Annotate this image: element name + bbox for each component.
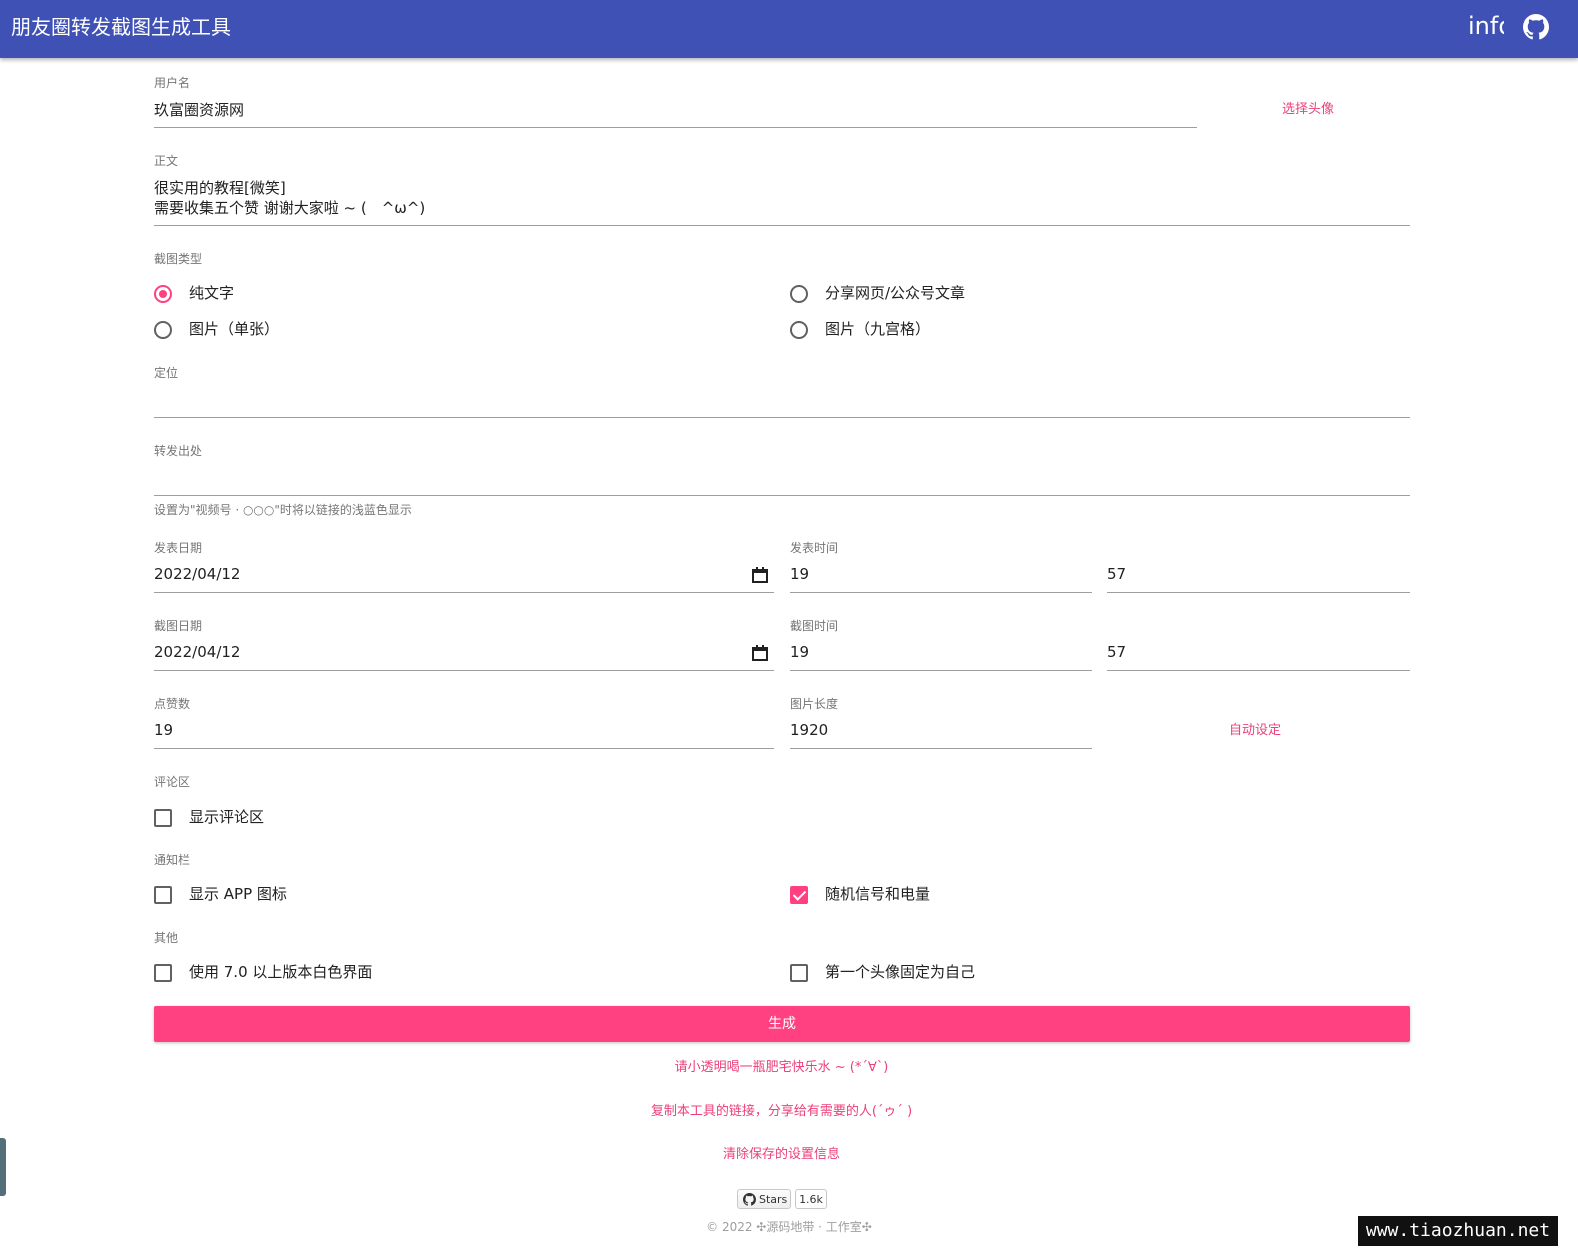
github-stars-label: Stars (759, 1193, 788, 1206)
shot-date-label: 截图日期 (154, 619, 203, 633)
random-signal-checkbox[interactable] (790, 886, 808, 904)
generate-button[interactable]: 生成 (154, 1006, 1410, 1042)
show-comments-checkbox[interactable] (154, 809, 172, 827)
content-line-1: 很实用的教程[微笑] (154, 179, 286, 197)
username-label: 用户名 (154, 76, 191, 90)
type-radio-nine-grid[interactable] (790, 321, 808, 339)
post-hour-input[interactable]: 19 (790, 564, 809, 584)
username-underline (154, 127, 1197, 128)
content-label: 正文 (154, 154, 179, 168)
app-bar: 朋友圈转发截图生成工具 info (0, 0, 1578, 58)
type-radio-single-image[interactable] (154, 321, 172, 339)
shot-hour-underline (790, 670, 1092, 671)
forward-input[interactable] (154, 468, 1410, 488)
statusbar-label: 通知栏 (154, 853, 191, 867)
shot-hour-input[interactable]: 19 (790, 642, 809, 662)
shot-minute-underline (1107, 670, 1410, 671)
watermark: www.tiaozhuan.net (1358, 1216, 1558, 1246)
show-app-icon-checkbox[interactable] (154, 886, 172, 904)
footer-copyright: © 2022 ✣源码地带 · 工作室✣ (706, 1220, 872, 1234)
type-radio-text[interactable] (154, 285, 172, 303)
type-option-single-label: 图片（单张） (189, 320, 280, 338)
shot-minute-input[interactable]: 57 (1107, 642, 1126, 662)
github-stars-count[interactable]: 1.6k (795, 1189, 827, 1209)
side-tab[interactable] (0, 1138, 6, 1196)
post-date-label: 发表日期 (154, 541, 203, 555)
show-comments-label: 显示评论区 (189, 808, 265, 826)
type-label: 截图类型 (154, 252, 203, 266)
github-icon[interactable] (1523, 14, 1549, 40)
calendar-icon[interactable] (752, 567, 768, 583)
image-length-underline (790, 748, 1092, 749)
app-title: 朋友圈转发截图生成工具 (11, 15, 231, 39)
self-avatar-label: 第一个头像固定为自己 (825, 963, 976, 981)
location-input[interactable] (154, 390, 1410, 410)
github-stars-button[interactable]: Stars (737, 1189, 791, 1209)
likes-label: 点赞数 (154, 697, 191, 711)
post-date-underline (154, 592, 774, 593)
likes-input[interactable]: 19 (154, 720, 173, 740)
show-app-icon-label: 显示 APP 图标 (189, 885, 287, 903)
choose-avatar-button[interactable]: 选择头像 (1282, 102, 1334, 118)
type-option-grid-label: 图片（九宫格） (825, 320, 931, 338)
info-button[interactable]: info (1468, 10, 1504, 42)
location-underline (154, 417, 1410, 418)
clear-settings-link[interactable]: 清除保存的设置信息 (0, 1147, 1563, 1163)
post-hour-underline (790, 592, 1092, 593)
type-option-text-label: 纯文字 (189, 284, 235, 302)
github-icon (743, 1193, 756, 1206)
post-date-input[interactable]: 2022/04/12 (154, 564, 240, 584)
content-line-2: 需要收集五个赞 谢谢大家啦 ~ ( ^ω^) (154, 199, 426, 217)
location-label: 定位 (154, 366, 179, 380)
shot-date-input[interactable]: 2022/04/12 (154, 642, 240, 662)
white-ui-label: 使用 7.0 以上版本白色界面 (189, 963, 373, 981)
content-underline (154, 225, 1410, 226)
random-signal-label: 随机信号和电量 (825, 885, 931, 903)
post-minute-input[interactable]: 57 (1107, 564, 1126, 584)
image-length-label: 图片长度 (790, 697, 839, 711)
self-avatar-checkbox[interactable] (790, 964, 808, 982)
donate-link[interactable]: 请小透明喝一瓶肥宅快乐水 ~ (*´∀`) (0, 1060, 1563, 1076)
type-radio-share[interactable] (790, 285, 808, 303)
auto-set-button[interactable]: 自动设定 (1229, 723, 1281, 739)
image-length-input[interactable]: 1920 (790, 720, 828, 740)
username-input[interactable]: 玖富圈资源网 (154, 100, 244, 120)
other-label: 其他 (154, 931, 179, 945)
likes-underline (154, 748, 774, 749)
comments-label: 评论区 (154, 775, 191, 789)
calendar-icon[interactable] (752, 645, 768, 661)
share-link[interactable]: 复制本工具的链接，分享给有需要的人(´ゥ´ ) (0, 1104, 1563, 1120)
type-option-share-label: 分享网页/公众号文章 (825, 284, 966, 302)
post-time-label: 发表时间 (790, 541, 839, 555)
post-minute-underline (1107, 592, 1410, 593)
forward-underline (154, 495, 1410, 496)
forward-label: 转发出处 (154, 444, 203, 458)
shot-date-underline (154, 670, 774, 671)
shot-time-label: 截图时间 (790, 619, 839, 633)
forward-hint: 设置为"视频号 · ○○○"时将以链接的浅蓝色显示 (154, 503, 412, 517)
white-ui-checkbox[interactable] (154, 964, 172, 982)
